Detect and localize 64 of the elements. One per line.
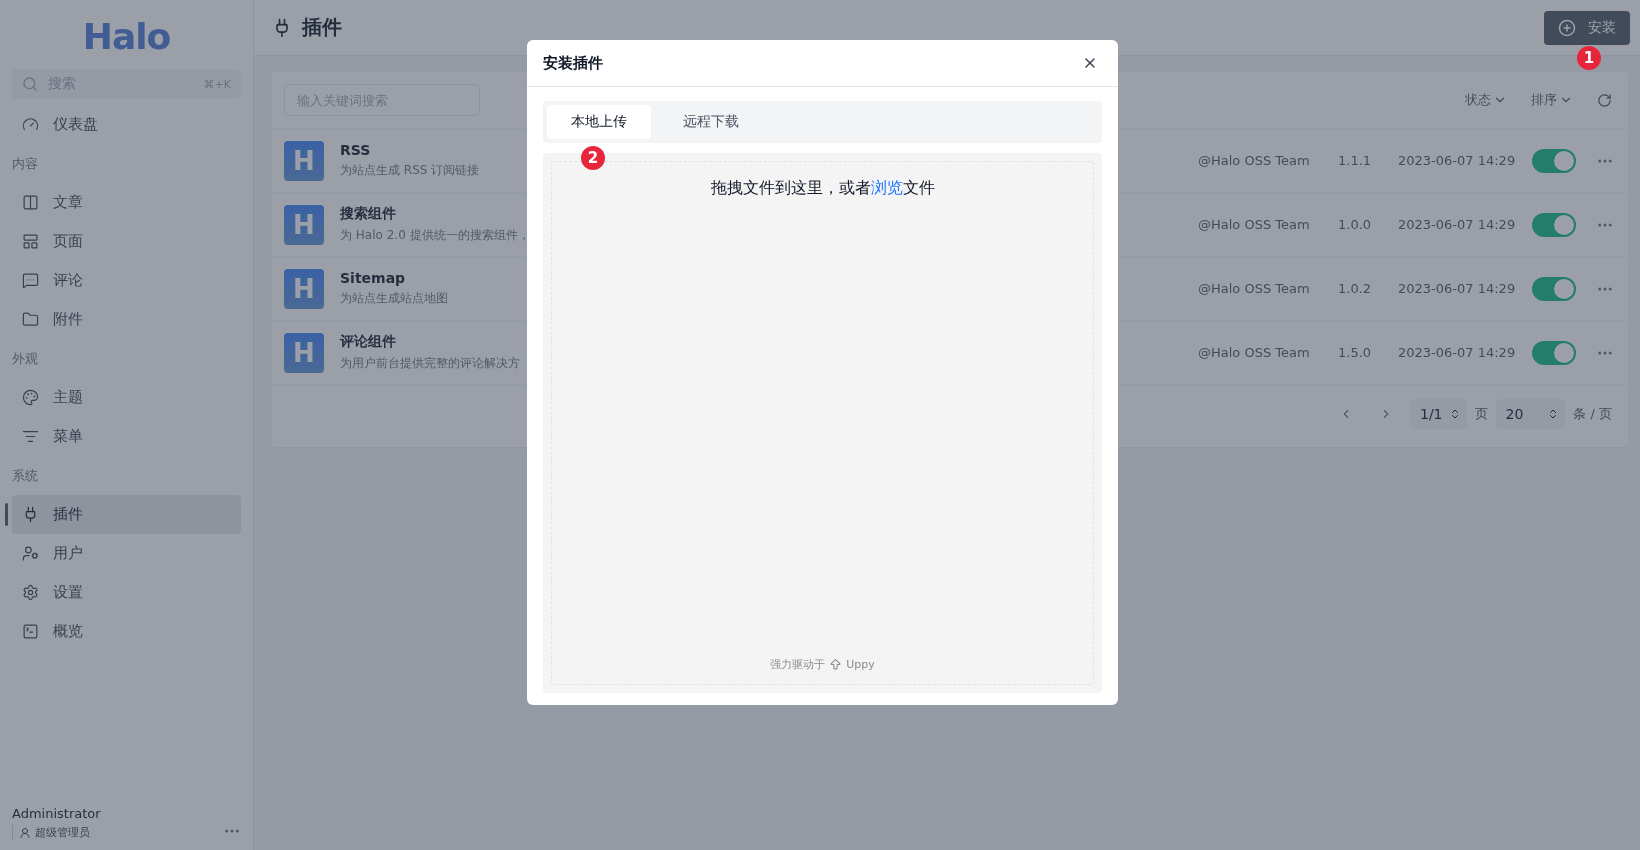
plugin-author: @Halo OSS Team: [1198, 153, 1311, 168]
nav-icon: [22, 311, 39, 328]
nav-icon: [22, 545, 39, 562]
enable-switch[interactable]: [1532, 148, 1576, 173]
powered-by-text: 强力驱动于: [770, 657, 826, 672]
nav-icon: [22, 272, 39, 289]
tab[interactable]: 远程下载: [659, 105, 763, 139]
nav-icon: [22, 584, 39, 601]
page-size-select[interactable]: 20: [1495, 399, 1566, 429]
plugin-description: 为 Halo 2.0 提供统一的搜索组件，: [340, 227, 530, 244]
dialog-title: 安装插件: [543, 53, 603, 73]
plugin-description: 为站点生成站点地图: [340, 290, 448, 307]
plugin-logo: H: [284, 332, 324, 373]
plugin-description: 为用户前台提供完整的评论解决方: [340, 355, 520, 372]
search-icon: [22, 76, 38, 92]
enable-switch[interactable]: [1532, 212, 1576, 237]
plugin-name: 评论组件: [340, 333, 396, 351]
step-badge: 1: [1577, 46, 1601, 70]
plugin-logo: H: [284, 140, 324, 181]
plugin-name: Sitemap: [340, 270, 406, 286]
page-unit: 页: [1474, 405, 1488, 423]
plugin-version: 1.1.1: [1338, 153, 1373, 168]
plus-icon: [1558, 18, 1576, 37]
plugin-version: 1.5.0: [1338, 345, 1373, 360]
plugin-time: 2023-06-07 14:29: [1398, 281, 1517, 296]
tab[interactable]: 本地上传: [547, 105, 651, 139]
filter-dropdown[interactable]: 排序: [1531, 91, 1573, 109]
nav-section-heading: 内容: [12, 154, 39, 173]
nav-section-heading: 系统: [12, 466, 39, 485]
refresh-icon[interactable]: [1597, 92, 1612, 108]
filter-dropdown[interactable]: 状态: [1465, 91, 1507, 109]
plugin-logo: H: [284, 268, 324, 309]
plugin-author: @Halo OSS Team: [1198, 217, 1311, 232]
nav-icon: [22, 428, 39, 445]
plugin-name: 搜索组件: [340, 205, 396, 223]
plugin-description: 为站点生成 RSS 订阅链接: [340, 162, 480, 179]
page-size-unit: 条 / 页: [1573, 405, 1612, 423]
plugin-time: 2023-06-07 14:29: [1398, 153, 1517, 168]
plugin-time: 2023-06-07 14:29: [1398, 345, 1517, 360]
brand-name: Uppy: [846, 658, 875, 671]
halo-logo: Halo: [81, 15, 172, 59]
nav-icon: [22, 233, 39, 250]
nav-icon: [22, 116, 39, 133]
nav-icon: [22, 623, 39, 640]
plugin-author: @Halo OSS Team: [1198, 281, 1311, 296]
plugin-version: 1.0.2: [1338, 281, 1373, 296]
enable-switch[interactable]: [1532, 276, 1576, 301]
plugin-time: 2023-06-07 14:29: [1398, 217, 1517, 232]
plugin-logo: H: [284, 204, 324, 245]
user-icon: [19, 826, 31, 839]
plugin-version: 1.0.0: [1338, 217, 1373, 232]
nav-icon: [22, 194, 39, 211]
plugin-author: @Halo OSS Team: [1198, 345, 1311, 360]
page-select[interactable]: 1/1: [1410, 399, 1467, 429]
install-button[interactable]: 安装: [1544, 10, 1630, 45]
plugin-name: RSS: [340, 142, 371, 158]
enable-switch[interactable]: [1532, 340, 1576, 365]
page-title: 插件: [302, 14, 342, 41]
user-role: 超级管理员: [35, 825, 90, 840]
drop-hint: 拖拽文件到这里，或者浏览文件: [710, 178, 935, 199]
user-name: Administrator: [12, 806, 102, 821]
nav-section-heading: 外观: [12, 349, 39, 368]
browse-link[interactable]: 浏览: [870, 178, 903, 197]
nav-icon: [22, 389, 39, 406]
